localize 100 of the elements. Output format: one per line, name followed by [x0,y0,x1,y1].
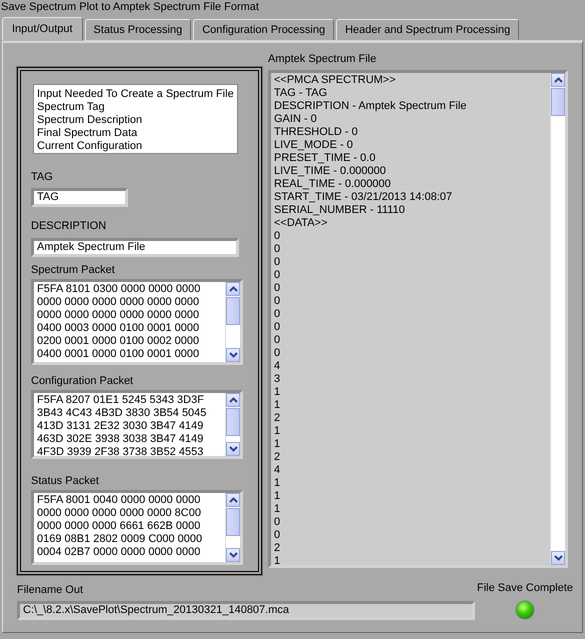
scrollbar-thumb[interactable] [551,88,565,116]
text-line: START_TIME - 03/21/2013 14:08:07 [274,191,454,204]
text-line: F5FA 8101 0300 0000 0000 0000 [37,283,202,296]
text-line: 0 [274,334,282,347]
scroll-up-button[interactable] [226,282,240,296]
text-line: 0400 0001 0000 0100 0001 0000 [37,348,200,361]
output-field[interactable]: C:\_\8.2.x\SavePlot\Spectrum_20130321_140807.mca [17,601,475,620]
text-line: 1 [274,386,282,399]
field-label: DESCRIPTION [31,220,106,233]
scroll-down-button[interactable] [226,442,240,456]
text-line: 0400 0003 0000 0100 0001 0000 [37,322,200,335]
text-line: 1 [274,490,282,503]
text-line: LIVE_MODE - 0 [274,139,354,152]
field-label: Amptek Spectrum File [268,53,376,66]
text-line: 2 [274,542,282,555]
field-label: Status Packet [31,475,99,488]
text-line: 413D 3131 2E32 3030 3B47 4149 [37,420,204,433]
text-area[interactable]: F5FA 8207 01E1 5245 5343 3D3F 3B43 4C43 4B3D 3830 3B54 5045 413D 3131 2E32 3030 3B47 4149 463D 302E 3938 3038 3B47 4149 4F3D 3939 2F38 3738 3B52 4553 [31,390,243,459]
tab[interactable]: Input/Output [2,17,83,41]
tab[interactable]: Configuration Processing [193,19,334,40]
text-line: DESCRIPTION - Amptek Spectrum File [274,100,468,113]
text-area[interactable] [268,70,568,568]
text-line: 0169 08B1 2802 0009 C000 0000 [37,533,204,546]
text-line: 463D 302E 3938 3038 3B47 4149 [37,433,204,446]
tab[interactable]: Header and Spectrum Processing [336,19,520,40]
text-line: THRESHOLD - 0 [274,126,359,139]
text-line: 0 [274,516,282,529]
chevron-down-icon[interactable] [228,552,238,558]
scrollbar[interactable] [225,282,240,362]
input-field[interactable]: TAG [31,188,128,207]
list-item[interactable]: Current Configuration [37,140,142,153]
text-line: 0000 0000 0000 6661 662B 0000 [37,520,202,533]
chevron-up-icon[interactable] [554,77,562,83]
scrollbar-thumb[interactable] [226,408,240,436]
chevron-up-icon[interactable] [228,497,238,503]
text-line: 1 [274,425,282,438]
field-label: TAG [31,171,53,184]
text-line: 0 [274,321,282,334]
text-line: 4 [274,464,282,477]
scrollbar[interactable] [225,493,240,562]
text-line: 0 [274,308,282,321]
indicator-label: File Save Complete [477,582,573,595]
text-line: 0 [274,295,282,308]
text-line: REAL_TIME - 0.000000 [274,178,392,191]
text-line: 0 [274,243,282,256]
text-line: 3B43 4C43 4B3D 3830 3B54 5045 [37,407,208,420]
scroll-down-button[interactable] [226,548,240,562]
window-title: Save Spectrum Plot to Amptek Spectrum File Format [0,0,259,14]
chevron-down-icon[interactable] [554,555,562,561]
scroll-down-button[interactable] [226,348,240,362]
input-field[interactable]: Amptek Spectrum File [31,238,239,257]
listbox[interactable]: Input Needed To Create a Spectrum File Spectrum Tag Spectrum Description Final Spectrum Data Current Configuration [33,84,238,154]
text-line: 1 [274,399,282,412]
text-line: <<PMCA SPECTRUM>> [274,74,397,87]
text-line: 0 [274,256,282,269]
scrollbar[interactable] [550,73,565,565]
text-line: SERIAL_NUMBER - 11110 [274,204,406,217]
text-line: 1 [274,477,282,490]
scrollbar-thumb[interactable] [226,508,240,536]
text-line: LIVE_TIME - 0.000000 [274,165,387,178]
text-line: 0004 02B7 0000 0000 0000 0000 [37,546,202,559]
scrollbar[interactable] [225,393,240,456]
field-label: Filename Out [17,584,84,597]
list-item[interactable]: Spectrum Description [37,114,142,127]
scroll-up-button[interactable] [551,73,565,87]
chevron-down-icon[interactable] [228,352,238,358]
text-line: 4F3D 3939 2F38 3738 3B52 4553 [37,446,204,456]
chevron-down-icon[interactable] [228,446,238,452]
scrollbar-thumb[interactable] [226,297,240,325]
text-line: 2 [274,451,282,464]
tab[interactable]: Status Processing [84,19,192,40]
text-line: F5FA 8207 01E1 5245 5343 3D3F [37,394,205,407]
text-line: 4 [274,360,282,373]
scroll-up-button[interactable] [226,493,240,507]
text-area[interactable]: F5FA 8001 0040 0000 0000 0000 0000 0000 0000 0000 0000 8C00 0000 0000 0000 6661 662B 0000 0169 08B1 2802 0009 C000 0000 0004 02B7 0000 0000 0000 0000 [31,490,243,565]
list-item[interactable]: Input Needed To Create a Spectrum File [37,88,234,101]
text-line: <<DATA>> [274,217,328,230]
text-line: 0 [274,269,282,282]
scroll-down-button[interactable] [551,551,565,565]
list-item[interactable]: Spectrum Tag [37,101,105,114]
text-line: 2 [274,412,282,425]
text-line: 3 [274,373,282,386]
text-line: 0000 0000 0000 0000 0000 0000 [37,309,200,322]
text-line: 0000 0000 0000 0000 0000 8C00 [37,507,202,520]
list-item[interactable]: Final Spectrum Data [37,127,138,140]
field-label: Spectrum Packet [31,264,115,277]
scroll-up-button[interactable] [226,393,240,407]
text-line: 0000 0000 0000 0000 0000 0000 [37,296,200,309]
text-line: 0 [274,230,282,243]
text-line: 0 [274,282,282,295]
field-label: Configuration Packet [31,375,134,388]
text-line: 0 [274,529,282,542]
chevron-up-icon[interactable] [228,397,238,403]
text-line: TAG - TAG [274,87,328,100]
text-line: PRESET_TIME - 0.0 [274,152,376,165]
chevron-up-icon[interactable] [228,286,238,292]
text-line: 0200 0001 0000 0100 0002 0000 [37,335,200,348]
text-area[interactable]: F5FA 8101 0300 0000 0000 0000 0000 0000 0000 0000 0000 0000 0000 0000 0000 0000 0000 0000 0400 0003 0000 0100 0001 0000 0200 0001 0000 0100 0002 0000 0400 0001 0000 0100 0001 0000 [31,279,243,365]
text-line: 1 [274,503,282,516]
text-line: GAIN - 0 [274,113,318,126]
